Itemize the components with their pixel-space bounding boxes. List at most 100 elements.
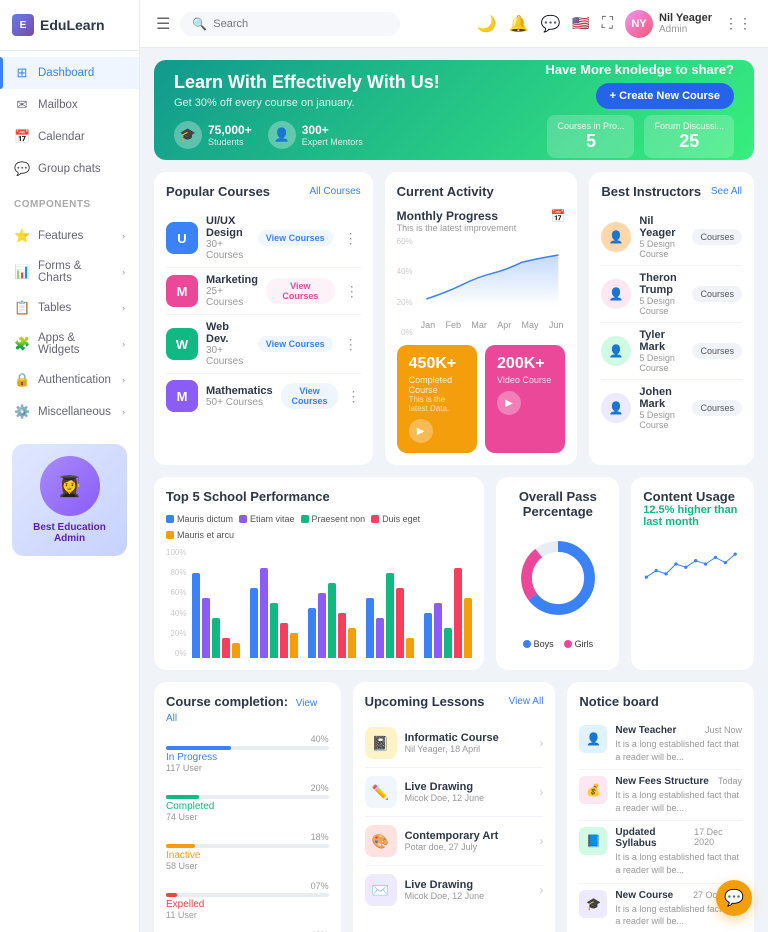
search-box[interactable]: 🔍 xyxy=(180,12,400,36)
fullscreen-icon[interactable]: ⛶ xyxy=(602,15,613,33)
see-all-link[interactable]: See All xyxy=(711,186,742,197)
grid-icon[interactable]: ⋮⋮ xyxy=(724,15,752,32)
completed-course-stat[interactable]: 450K+ Completed Course This is the lates… xyxy=(397,345,477,453)
lesson-name: Live Drawing xyxy=(405,879,532,891)
admin-label: Best Education Admin xyxy=(24,522,115,544)
avatar: 👩‍🎓 xyxy=(40,456,100,516)
bell-icon[interactable]: 🔔 xyxy=(509,14,529,34)
notice-info: New Teacher Just Now It is a long establ… xyxy=(615,725,742,763)
lesson-icon: ✉️ xyxy=(365,874,397,906)
legend-label: Mauris et arcu xyxy=(177,530,234,540)
view-courses-button[interactable]: View Courses xyxy=(281,383,339,409)
dashboard-icon: ⊞ xyxy=(14,65,30,81)
notice-time: Just Now xyxy=(705,725,742,736)
bar xyxy=(250,588,258,658)
progress-fill xyxy=(166,893,177,897)
calendar-small-icon[interactable]: 📅 xyxy=(550,209,565,223)
monthly-progress-title: Monthly Progress xyxy=(397,209,517,223)
mentors-count: 300+ xyxy=(302,123,363,137)
view-all-link[interactable]: View All xyxy=(509,696,544,707)
instructor-info: Johen Mark 5 Design Course xyxy=(639,386,684,430)
sidebar-item-mailbox[interactable]: ✉ Mailbox xyxy=(0,89,139,121)
all-courses-link[interactable]: All Courses xyxy=(310,186,361,197)
school-perf-title: Top 5 School Performance xyxy=(166,489,330,504)
sidebar-item-label: Features xyxy=(38,230,83,242)
video-course-stat[interactable]: 200K+ Video Course ▶ xyxy=(485,345,565,453)
banner-text: Learn With Effectively With Us! Get 30% … xyxy=(174,72,545,149)
user-avatar: NY xyxy=(625,10,653,38)
lesson-info: Contemporary Art Potar doe, 27 July xyxy=(405,830,532,852)
sidebar-item-groupchats[interactable]: 💬 Group chats xyxy=(0,153,139,185)
legend-item: Duis eget xyxy=(371,514,420,524)
sidebar-item-misc[interactable]: ⚙️ Miscellaneous › xyxy=(0,396,139,428)
progress-fill xyxy=(166,795,199,799)
sidebar-item-tables[interactable]: 📋 Tables › xyxy=(0,292,139,324)
course-completion-panel: Course completion: View All 40% In Progr… xyxy=(154,682,341,932)
sidebar-item-apps[interactable]: 🧩 Apps & Widgets › xyxy=(0,324,139,364)
sidebar-item-label: Apps & Widgets xyxy=(38,332,114,356)
sidebar-item-forms[interactable]: 📊 Forms & Charts › xyxy=(0,252,139,292)
chat-fab[interactable]: 💬 xyxy=(716,880,752,916)
header-user[interactable]: NY Nil Yeager Admin xyxy=(625,10,712,38)
view-courses-button[interactable]: View Courses xyxy=(258,336,333,352)
bar xyxy=(192,573,200,658)
more-icon[interactable]: ⋮ xyxy=(343,281,361,301)
sidebar-item-label: Mailbox xyxy=(38,99,78,111)
apps-icon: 🧩 xyxy=(14,336,30,352)
search-input[interactable] xyxy=(213,18,388,30)
row-1: Popular Courses All Courses U UI/UX Desi… xyxy=(154,172,754,465)
view-courses-button[interactable]: View Courses xyxy=(258,230,333,246)
bar-group xyxy=(192,573,240,658)
courses-button[interactable]: Courses xyxy=(692,343,742,359)
hamburger-icon[interactable]: ☰ xyxy=(156,14,170,34)
progress-bar xyxy=(166,795,329,799)
lesson-info: Live Drawing Micok Doe, 12 June xyxy=(405,781,532,803)
moon-icon[interactable]: 🌙 xyxy=(477,14,497,34)
progress-bar xyxy=(166,893,329,897)
bar xyxy=(308,608,316,658)
sidebar-item-features[interactable]: ⭐ Features › xyxy=(0,220,139,252)
course-info: UI/UX Design 30+ Courses xyxy=(206,215,250,261)
current-activity-header: Current Activity xyxy=(397,184,566,199)
flag-icon[interactable]: 🇺🇸 xyxy=(572,15,589,32)
girls-label: Girls xyxy=(575,639,594,649)
sidebar-item-auth[interactable]: 🔒 Authentication › xyxy=(0,364,139,396)
courses-button[interactable]: Courses xyxy=(692,400,742,416)
overall-pass-title: Overall Pass Percentage xyxy=(508,489,607,519)
lesson-sub: Potar doe, 27 July xyxy=(405,842,532,852)
notice-icon: 📘 xyxy=(579,827,607,855)
logo-icon: E xyxy=(12,14,34,36)
lesson-item[interactable]: 📓 Informatic Course Nil Yeager, 18 April… xyxy=(365,719,544,768)
play-icon: ▶ xyxy=(497,391,521,415)
lesson-item[interactable]: ✉️ Live Drawing Micok Doe, 12 June › xyxy=(365,866,544,914)
forum-value: 25 xyxy=(654,131,724,152)
more-icon[interactable]: ⋮ xyxy=(346,386,360,406)
boys-dot xyxy=(523,640,531,648)
current-activity-panel: Current Activity Monthly Progress This i… xyxy=(385,172,578,465)
row-2: Top 5 School Performance Mauris dictum E… xyxy=(154,477,754,670)
sidebar-item-label: Forms & Charts xyxy=(38,260,114,284)
more-icon[interactable]: ⋮ xyxy=(341,334,361,354)
lesson-item[interactable]: 🎨 Contemporary Art Potar doe, 27 July › xyxy=(365,817,544,866)
view-courses-button[interactable]: View Courses xyxy=(266,278,335,304)
courses-counter: Courses in Pro... 5 xyxy=(547,115,634,158)
sidebar-item-dashboard[interactable]: ⊞ Dashboard xyxy=(0,57,139,89)
courses-button[interactable]: Courses xyxy=(692,286,742,302)
message-icon[interactable]: 💬 xyxy=(540,14,560,34)
avatar: 👤 xyxy=(601,336,631,366)
sidebar-item-label: Calendar xyxy=(38,131,85,143)
completion-item: 20% Completed 74 User xyxy=(166,783,329,822)
courses-button[interactable]: Courses xyxy=(692,229,742,245)
bar xyxy=(280,623,288,658)
create-course-button[interactable]: + Create New Course xyxy=(596,83,734,109)
sidebar-components: ⭐ Features › 📊 Forms & Charts › 📋 Tables… xyxy=(0,214,139,434)
more-icon[interactable]: ⋮ xyxy=(341,228,361,248)
banner-right: Have More knoledge to share? + Create Ne… xyxy=(545,62,734,158)
notice-time: Today xyxy=(718,776,742,787)
lesson-item[interactable]: ✏️ Live Drawing Micok Doe, 12 June › xyxy=(365,768,544,817)
search-icon: 🔍 xyxy=(192,17,207,31)
mentors-icon: 👤 xyxy=(268,121,296,149)
monthly-chart: 60%40%20%0% xyxy=(397,237,566,337)
lesson-name: Contemporary Art xyxy=(405,830,532,842)
sidebar-item-calendar[interactable]: 📅 Calendar xyxy=(0,121,139,153)
